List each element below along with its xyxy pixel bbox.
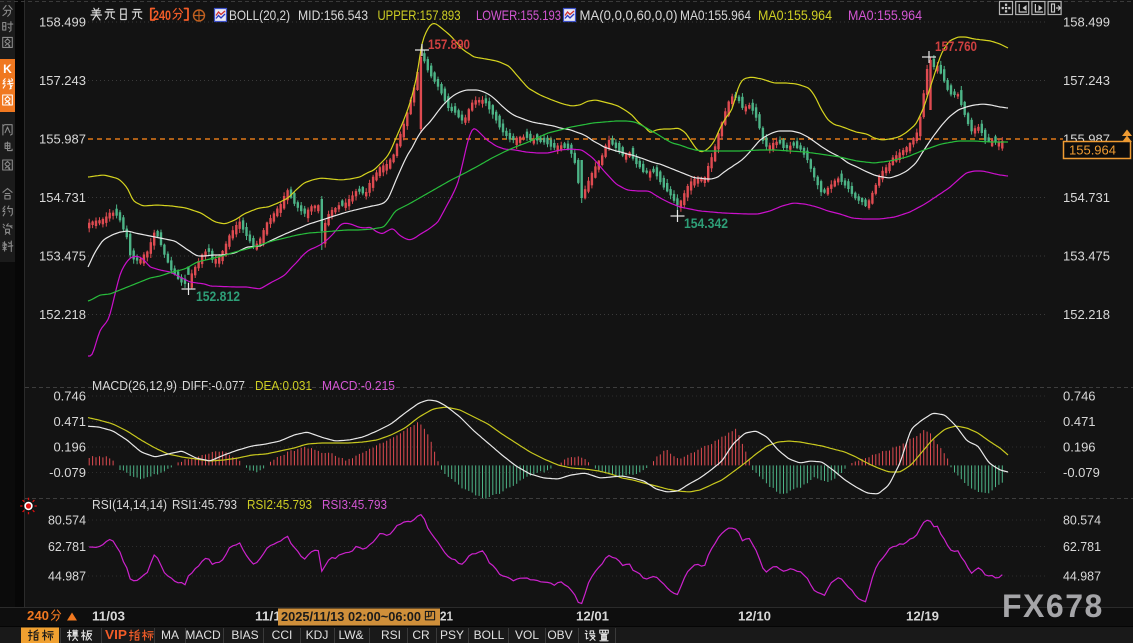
- svg-text:11/03: 11/03: [92, 609, 125, 624]
- svg-text:MA(0,0,0,60,0,0): MA(0,0,0,60,0,0): [580, 7, 678, 23]
- svg-text:152.218: 152.218: [39, 307, 86, 322]
- svg-text:K: K: [3, 62, 12, 76]
- svg-text:-0.079: -0.079: [1063, 465, 1100, 480]
- svg-text:BOLL: BOLL: [474, 628, 505, 642]
- svg-text:12/19: 12/19: [906, 609, 939, 624]
- svg-text:UPPER:157.893: UPPER:157.893: [378, 7, 461, 23]
- svg-text:MA0:155.964: MA0:155.964: [758, 7, 832, 23]
- svg-text:-0.079: -0.079: [49, 465, 86, 480]
- svg-text:157.890: 157.890: [428, 37, 470, 52]
- svg-text:2025/11/13 02:00~06:00: 2025/11/13 02:00~06:00: [281, 609, 421, 624]
- svg-text:21: 21: [440, 609, 453, 624]
- svg-text:152.812: 152.812: [196, 289, 240, 304]
- svg-text:157.760: 157.760: [935, 39, 977, 54]
- svg-text:RSI2:45.793: RSI2:45.793: [247, 497, 312, 512]
- svg-text:80.574: 80.574: [48, 513, 86, 528]
- svg-text:80.574: 80.574: [1063, 513, 1101, 528]
- svg-text:240: 240: [153, 7, 171, 23]
- svg-text:12/10: 12/10: [738, 609, 771, 624]
- svg-text:158.499: 158.499: [1063, 15, 1110, 30]
- svg-text:MID:156.543: MID:156.543: [298, 7, 368, 23]
- svg-text:12/01: 12/01: [576, 609, 609, 624]
- svg-text:157.243: 157.243: [39, 73, 86, 88]
- svg-text:MA0:155.964: MA0:155.964: [848, 7, 922, 23]
- svg-text:155.987: 155.987: [39, 132, 86, 147]
- svg-text:158.499: 158.499: [39, 15, 86, 30]
- svg-text:MACD:-0.215: MACD:-0.215: [322, 378, 395, 393]
- svg-text:KDJ: KDJ: [306, 628, 329, 642]
- svg-text:157.243: 157.243: [1063, 73, 1110, 88]
- svg-text:VOL: VOL: [515, 628, 539, 642]
- svg-text:FX678: FX678: [1002, 588, 1104, 624]
- svg-text:VIP: VIP: [105, 627, 127, 642]
- svg-text:LW&: LW&: [338, 628, 363, 642]
- svg-text:BIAS: BIAS: [231, 628, 258, 642]
- svg-text:154.731: 154.731: [39, 190, 86, 205]
- svg-text:MA: MA: [161, 628, 179, 642]
- svg-text:155.964: 155.964: [1069, 143, 1116, 158]
- svg-text:DEA:0.031: DEA:0.031: [255, 378, 312, 393]
- svg-text:240: 240: [27, 608, 49, 623]
- svg-text:0.196: 0.196: [53, 440, 86, 455]
- svg-text:62.781: 62.781: [1063, 539, 1101, 554]
- svg-text:RSI: RSI: [381, 628, 401, 642]
- svg-text:OBV: OBV: [547, 628, 572, 642]
- svg-text:44.987: 44.987: [48, 569, 86, 584]
- svg-text:154.731: 154.731: [1063, 190, 1110, 205]
- svg-text:RSI3:45.793: RSI3:45.793: [322, 497, 387, 512]
- svg-text:0.196: 0.196: [1063, 440, 1096, 455]
- svg-text:PSY: PSY: [440, 628, 464, 642]
- svg-text:MACD: MACD: [185, 628, 221, 642]
- svg-text:62.781: 62.781: [48, 539, 86, 554]
- svg-text:0.471: 0.471: [53, 414, 86, 429]
- svg-text:CR: CR: [412, 628, 430, 642]
- svg-text:RSI(14,14,14): RSI(14,14,14): [92, 497, 167, 512]
- svg-text:0.471: 0.471: [1063, 414, 1096, 429]
- svg-text:CCI: CCI: [272, 628, 293, 642]
- svg-text:44.987: 44.987: [1063, 569, 1101, 584]
- svg-text:153.475: 153.475: [1063, 249, 1110, 264]
- svg-text:RSI1:45.793: RSI1:45.793: [172, 497, 237, 512]
- svg-text:0.746: 0.746: [1063, 389, 1096, 404]
- svg-text:0.746: 0.746: [53, 389, 86, 404]
- svg-text:LOWER:155.193: LOWER:155.193: [476, 7, 561, 23]
- svg-text:BOLL(20,2): BOLL(20,2): [229, 7, 290, 23]
- svg-text:152.218: 152.218: [1063, 307, 1110, 322]
- svg-text:MA0:155.964: MA0:155.964: [680, 7, 751, 23]
- svg-text:MACD(26,12,9): MACD(26,12,9): [92, 378, 177, 393]
- svg-text:153.475: 153.475: [39, 249, 86, 264]
- svg-text:11/1: 11/1: [255, 609, 281, 624]
- svg-text:154.342: 154.342: [684, 216, 728, 231]
- svg-text:DIFF:-0.077: DIFF:-0.077: [182, 378, 245, 393]
